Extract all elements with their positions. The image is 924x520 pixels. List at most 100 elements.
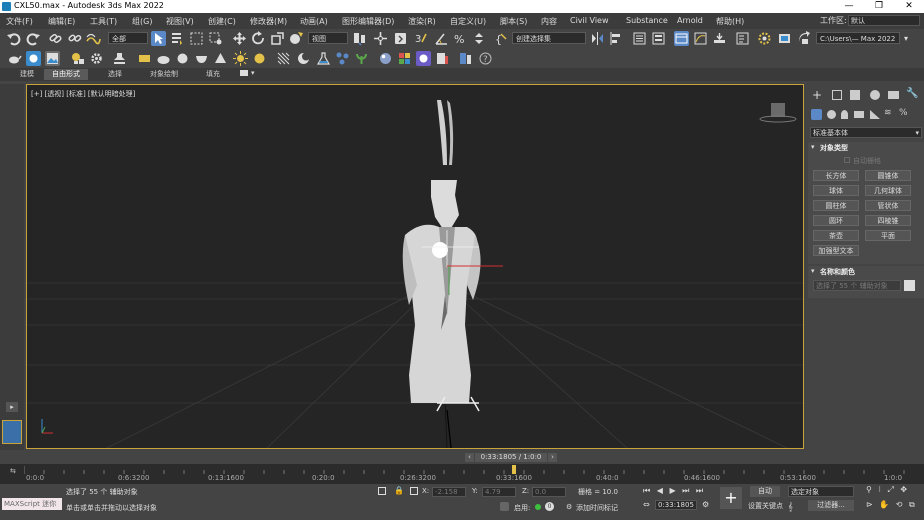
tab-object-paint[interactable]: 对象绘制 [142, 69, 186, 80]
cone-button[interactable]: 圆锥体 [865, 170, 911, 181]
skylight-icon[interactable] [252, 51, 267, 66]
expand-layouts-icon[interactable]: ▸ [6, 402, 18, 412]
menu-scripting[interactable]: 脚本(S) [500, 16, 527, 27]
spacewarps-category-icon[interactable]: ≋ [884, 108, 892, 118]
plane-button[interactable]: 平面 [865, 230, 911, 241]
geometry-category-icon[interactable] [811, 109, 822, 120]
curve-editor-icon[interactable] [693, 31, 708, 46]
current-time-field[interactable]: 0:33:1805 [655, 500, 697, 510]
gear-icon[interactable] [89, 51, 104, 66]
menu-customize[interactable]: 自定义(U) [450, 16, 486, 27]
cone-primitive-icon[interactable] [213, 51, 228, 66]
time-slider-thumb[interactable]: 0:33:1805 / 1:0:0 [475, 453, 547, 462]
plant-icon[interactable] [354, 51, 369, 66]
select-object-icon[interactable] [151, 31, 166, 46]
menu-content[interactable]: 内容 [541, 16, 557, 27]
textplus-button[interactable]: 加强型文本 [813, 245, 859, 256]
tube-button[interactable]: 管状体 [865, 200, 911, 211]
teapot-icon[interactable] [7, 51, 22, 66]
x-coordinate-field[interactable]: -2.158 [432, 487, 466, 497]
modify-tab-icon[interactable] [832, 90, 842, 100]
ribbon-options-icon[interactable] [240, 70, 248, 76]
set-key-button[interactable]: 设置关键点 [748, 501, 783, 511]
window-crossing-icon[interactable] [208, 31, 223, 46]
tab-modeling[interactable]: 建模 [12, 69, 42, 80]
key-icon[interactable]: 𝄞 [788, 502, 793, 512]
time-config-icon[interactable]: ⇔ [643, 500, 650, 509]
mirror-icon[interactable] [590, 31, 605, 46]
image-viewer-icon[interactable] [45, 51, 60, 66]
minimize-button[interactable]: — [834, 0, 864, 13]
systems-category-icon[interactable]: % [899, 108, 908, 118]
rollout-toggle-icon[interactable]: ▾ [811, 267, 815, 275]
enable-indicator[interactable] [535, 504, 541, 510]
viewport-navigation-bottom[interactable]: ⊳ ✋ ⟲ ⧉ [866, 500, 917, 510]
menu-tools[interactable]: 工具(T) [90, 16, 117, 27]
undo-icon[interactable] [6, 31, 21, 46]
menu-create[interactable]: 创建(C) [208, 16, 236, 27]
object-category-select[interactable]: 标准基本体 ▾ [810, 127, 922, 138]
auto-key-button[interactable]: 自动 [750, 486, 780, 497]
key-mode-select[interactable]: 选定对象 [788, 486, 854, 497]
maxscript-listener[interactable]: MAXScript 迷你 [2, 498, 62, 510]
create-tab-icon[interactable]: + [812, 88, 822, 102]
sphere-button[interactable]: 球体 [813, 185, 859, 196]
reference-coordinate-select[interactable]: 视图 [308, 32, 348, 44]
scene-explorer-icon[interactable] [632, 31, 647, 46]
rollout-toggle-icon[interactable]: ▾ [811, 143, 815, 151]
menu-substance[interactable]: Substance [626, 16, 668, 25]
align-icon[interactable] [609, 31, 624, 46]
track-bar[interactable]: ⇆ 0:0:0 0:6:3200 0:13:1600 0:20:0 0:26:3… [0, 464, 924, 484]
redo-icon[interactable] [26, 31, 41, 46]
close-button[interactable]: ✕ [894, 0, 924, 13]
next-frame-button[interactable]: › [548, 453, 557, 462]
unlink-icon[interactable] [67, 31, 82, 46]
help-icon[interactable]: ? [478, 51, 493, 66]
moon-icon[interactable] [296, 51, 311, 66]
pivot-center-icon[interactable] [352, 31, 367, 46]
tab-freeform[interactable]: 自由形式 [44, 69, 88, 80]
bowl-primitive-icon[interactable] [194, 51, 209, 66]
isolate-selection-icon[interactable] [378, 487, 386, 495]
select-by-name-icon[interactable] [170, 31, 185, 46]
teapot-button[interactable]: 茶壶 [813, 230, 859, 241]
pyramid-button[interactable]: 四棱锥 [865, 215, 911, 226]
autogrid-checkbox[interactable] [844, 157, 850, 163]
menu-modifiers[interactable]: 修改器(M) [250, 16, 287, 27]
toggle-ribbon-icon[interactable] [674, 31, 689, 46]
select-and-manipulate-icon[interactable] [373, 31, 388, 46]
rendered-frame-window-icon[interactable] [777, 31, 792, 46]
named-selection-set-select[interactable]: 创建选择集 [512, 32, 586, 44]
box-button[interactable]: 长方体 [813, 170, 859, 181]
media-icon[interactable] [416, 51, 431, 66]
object-color-swatch[interactable] [904, 280, 915, 291]
color-palette-icon[interactable] [397, 51, 412, 66]
menu-arnold[interactable]: Arnold [677, 16, 703, 25]
utilities-tab-icon[interactable]: 🔧 [906, 88, 918, 99]
workspace-select[interactable]: 默认 [848, 15, 920, 26]
z-coordinate-field[interactable]: 0.0 [532, 487, 566, 497]
helpers-category-icon[interactable] [870, 110, 880, 119]
name-color-title[interactable]: 名称和颜色 [820, 267, 855, 277]
link-icon[interactable] [48, 31, 63, 46]
scale-icon[interactable] [270, 31, 285, 46]
move-icon[interactable] [232, 31, 247, 46]
menu-graph-editors[interactable]: 图形编辑器(D) [342, 16, 394, 27]
material-editor-icon[interactable] [735, 31, 750, 46]
tab-populate[interactable]: 填充 [198, 69, 228, 80]
menu-animation[interactable]: 动画(A) [300, 16, 328, 27]
render-setup-icon[interactable] [757, 31, 772, 46]
torus-button[interactable]: 圆环 [813, 215, 859, 226]
lock-icon[interactable]: 🔒 [394, 486, 404, 495]
menu-edit[interactable]: 编辑(E) [48, 16, 75, 27]
tab-selection[interactable]: 选择 [100, 69, 130, 80]
sphere-shaded-icon[interactable] [378, 51, 393, 66]
layer-explorer-icon[interactable] [651, 31, 666, 46]
keyboard-shortcut-override-icon[interactable] [393, 31, 408, 46]
bulb-icon[interactable] [70, 51, 85, 66]
absolute-mode-icon[interactable] [410, 487, 418, 495]
time-config-button[interactable]: ⚙ [702, 500, 709, 509]
ball-primitive-icon[interactable] [175, 51, 190, 66]
previous-frame-button[interactable]: ‹ [465, 453, 474, 462]
display-icon[interactable] [458, 51, 473, 66]
